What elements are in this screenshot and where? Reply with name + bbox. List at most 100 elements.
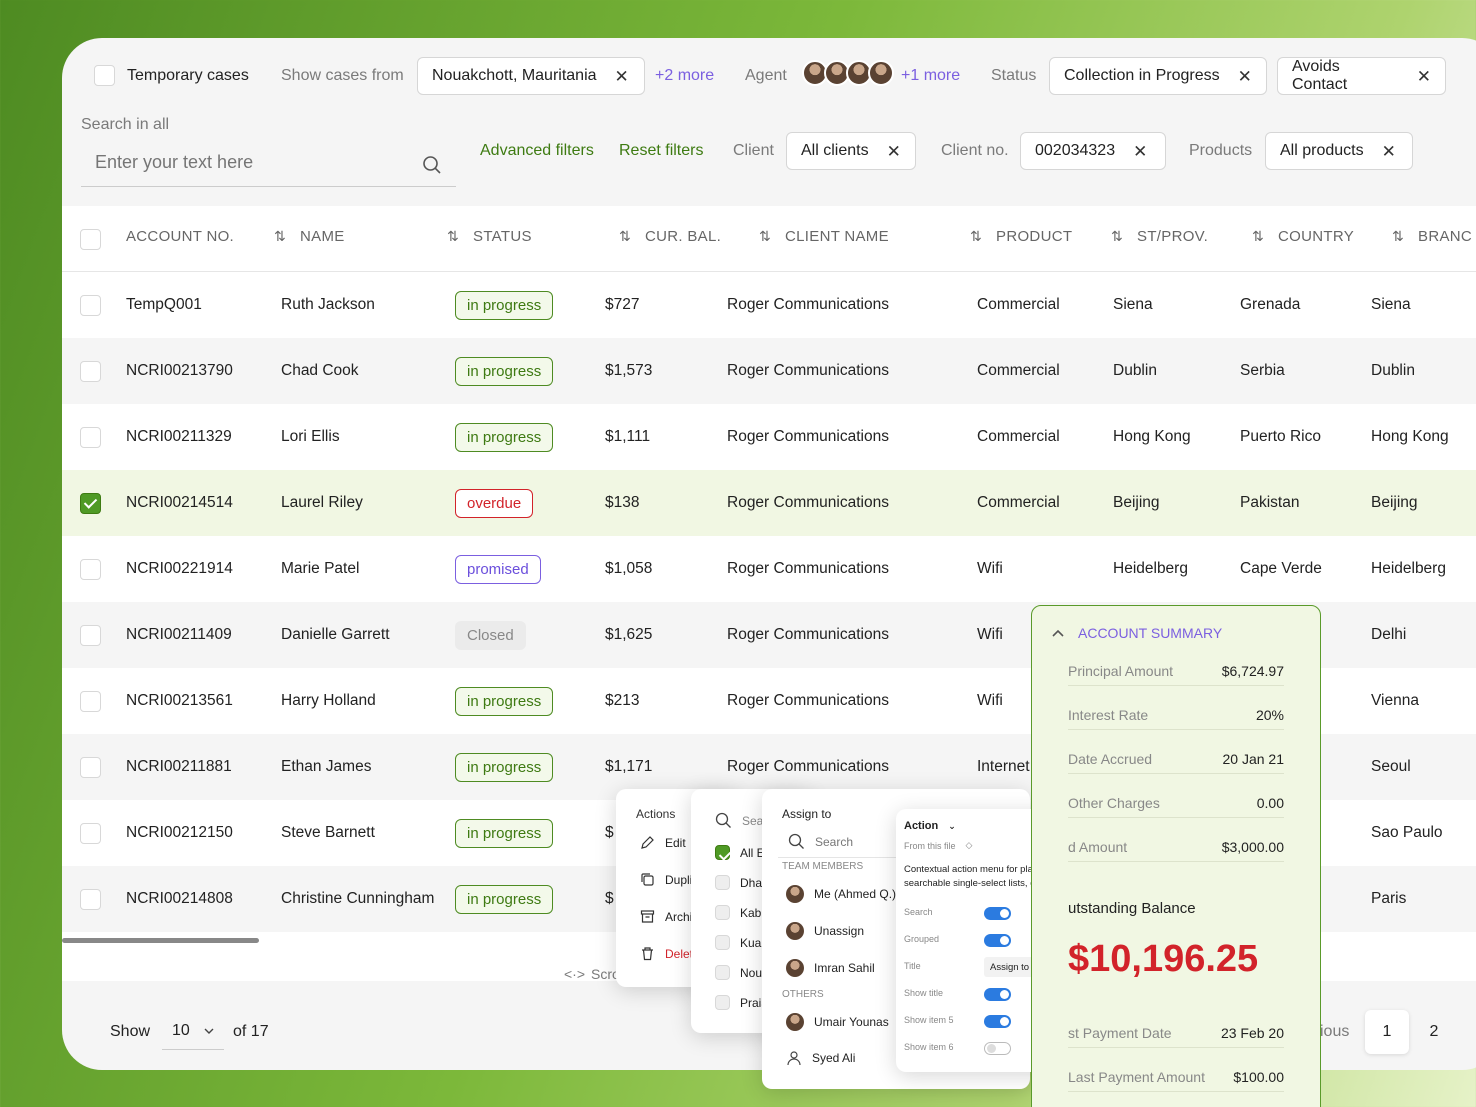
assign-option-me[interactable]: Me (Ahmed Q.) [786,885,896,903]
edit-action[interactable]: Edit [640,835,686,850]
list-item[interactable]: Praia [715,995,768,1010]
row-checkbox-cell[interactable] [80,734,101,800]
table-row[interactable]: NCRI00214514 Laurel Riley overdue $138 Roger… [62,470,1476,536]
account-summary-header[interactable]: ACCOUNT SUMMARY [1052,625,1222,641]
row-checkbox[interactable] [80,558,101,580]
row-checkbox[interactable] [80,360,101,382]
row-checkbox[interactable] [80,822,101,844]
sort-icon[interactable]: ⇅ [619,228,631,245]
row-checkbox[interactable] [80,426,101,448]
sort-icon[interactable]: ⇅ [970,228,982,245]
column-header-product[interactable]: ⇅ PRODUCT [970,228,1072,245]
sort-icon[interactable]: ⇅ [1111,228,1123,245]
table-row[interactable]: NCRI00213790 Chad Cook in progress $1,573 Ro… [62,338,1476,404]
search-toggle[interactable] [984,907,1011,920]
status-filter-chip-1[interactable]: Collection in Progress ✕ [1049,57,1267,95]
close-icon[interactable]: ✕ [887,143,901,160]
search-icon[interactable] [422,155,442,175]
chevron-up-icon[interactable] [1052,629,1064,637]
delete-action[interactable]: Delet [640,946,693,961]
list-item[interactable]: Nou [715,965,762,980]
column-header-branch[interactable]: ⇅ BRANC [1392,228,1472,245]
checkbox[interactable] [715,845,730,860]
table-row[interactable]: NCRI00221914 Marie Patel promised $1,058 Rog… [62,536,1476,602]
sort-icon[interactable]: ⇅ [274,228,286,245]
table-row[interactable]: NCRI00211329 Lori Ellis in progress $1,111 R… [62,404,1476,470]
row-checkbox-cell[interactable] [80,602,101,668]
assign-search[interactable]: Search [788,833,853,850]
column-header-status[interactable]: ⇅ STATUS [447,228,532,245]
column-header-balance[interactable]: ⇅ CUR. BAL. [619,228,721,245]
sort-icon[interactable]: ⇅ [1252,228,1264,245]
close-icon[interactable]: ✕ [1417,68,1431,85]
assign-option-syed[interactable]: Syed Ali [786,1050,855,1066]
checkbox[interactable] [715,875,730,890]
row-checkbox-cell[interactable] [80,668,101,734]
select-all-checkbox[interactable] [80,229,101,250]
products-filter-chip[interactable]: All products ✕ [1265,132,1413,170]
column-header-account[interactable]: ACCOUNT NO. [126,228,234,245]
assign-option-umair[interactable]: Umair Younas [786,1013,889,1031]
column-header-client[interactable]: ⇅ CLIENT NAME [759,228,889,245]
row-checkbox[interactable] [80,492,101,514]
column-header-st-prov[interactable]: ⇅ ST/PROV. [1111,228,1208,245]
duplicate-action[interactable]: Dupli [640,872,692,887]
row-checkbox-cell[interactable] [80,866,101,932]
list-search[interactable]: Sea [715,812,763,829]
row-checkbox-cell[interactable] [80,536,101,602]
location-filter-chip[interactable]: Nouakchott, Mauritania ✕ [417,57,645,95]
row-checkbox[interactable] [80,888,101,910]
row-checkbox[interactable] [80,294,101,316]
advanced-filters-link[interactable]: Advanced filters [480,142,594,160]
sort-icon[interactable]: ⇅ [1392,228,1404,245]
sort-icon[interactable]: ⇅ [759,228,771,245]
page-1-button[interactable]: 1 [1365,1010,1409,1054]
show-title-toggle[interactable] [984,988,1011,1001]
close-icon[interactable]: ✕ [1133,143,1147,160]
action-panel-title[interactable]: Action ⌄ [904,820,956,832]
client-no-chip[interactable]: 002034323 ✕ [1020,132,1166,170]
column-header-country[interactable]: ⇅ COUNTRY [1252,228,1354,245]
row-checkbox-cell[interactable] [80,272,101,338]
show-item5-toggle[interactable] [984,1015,1011,1028]
status-filter-chip-2[interactable]: Avoids Contact ✕ [1277,57,1446,95]
close-icon[interactable]: ✕ [1382,143,1396,160]
location-more-link[interactable]: +2 more [655,67,714,85]
row-checkbox-cell[interactable] [80,800,101,866]
close-icon[interactable]: ✕ [615,68,629,85]
list-item[interactable]: All E [715,845,765,860]
row-checkbox[interactable] [80,624,101,646]
assign-option-unassign[interactable]: Unassign [786,922,864,940]
row-checkbox-cell[interactable] [80,470,101,536]
row-checkbox[interactable] [80,756,101,778]
row-checkbox[interactable] [80,690,101,712]
page-2-button[interactable]: 2 [1412,1010,1456,1054]
checkbox[interactable] [715,935,730,950]
search-input[interactable] [95,152,395,173]
table-row[interactable]: TempQ001 Ruth Jackson in progress $727 Roger… [62,272,1476,338]
checkbox[interactable] [715,965,730,980]
checkbox[interactable] [715,995,730,1010]
show-item6-toggle[interactable] [984,1042,1011,1055]
client-filter-chip[interactable]: All clients ✕ [786,132,916,170]
search-field[interactable] [81,146,456,187]
archive-action[interactable]: Archi [640,909,692,924]
per-page-select[interactable]: 10 [162,1012,224,1050]
horizontal-scrollbar[interactable] [62,938,259,943]
list-item[interactable]: Dhal [715,875,765,890]
list-item[interactable]: Kual [715,935,764,950]
reset-filters-link[interactable]: Reset filters [619,142,703,160]
grouped-toggle[interactable] [984,934,1011,947]
row-checkbox-cell[interactable] [80,338,101,404]
previous-page-link[interactable]: ious [1320,1023,1349,1041]
agent-avatars[interactable] [802,60,894,86]
temporary-cases-checkbox[interactable] [94,65,115,86]
checkbox[interactable] [715,905,730,920]
assign-option-imran[interactable]: Imran Sahil [786,959,875,977]
temporary-cases-toggle[interactable]: Temporary cases [94,65,249,86]
close-icon[interactable]: ✕ [1238,68,1252,85]
list-item[interactable]: Kabu [715,905,768,920]
agent-more-link[interactable]: +1 more [901,67,960,85]
row-checkbox-cell[interactable] [80,404,101,470]
sort-icon[interactable]: ⇅ [447,228,459,245]
